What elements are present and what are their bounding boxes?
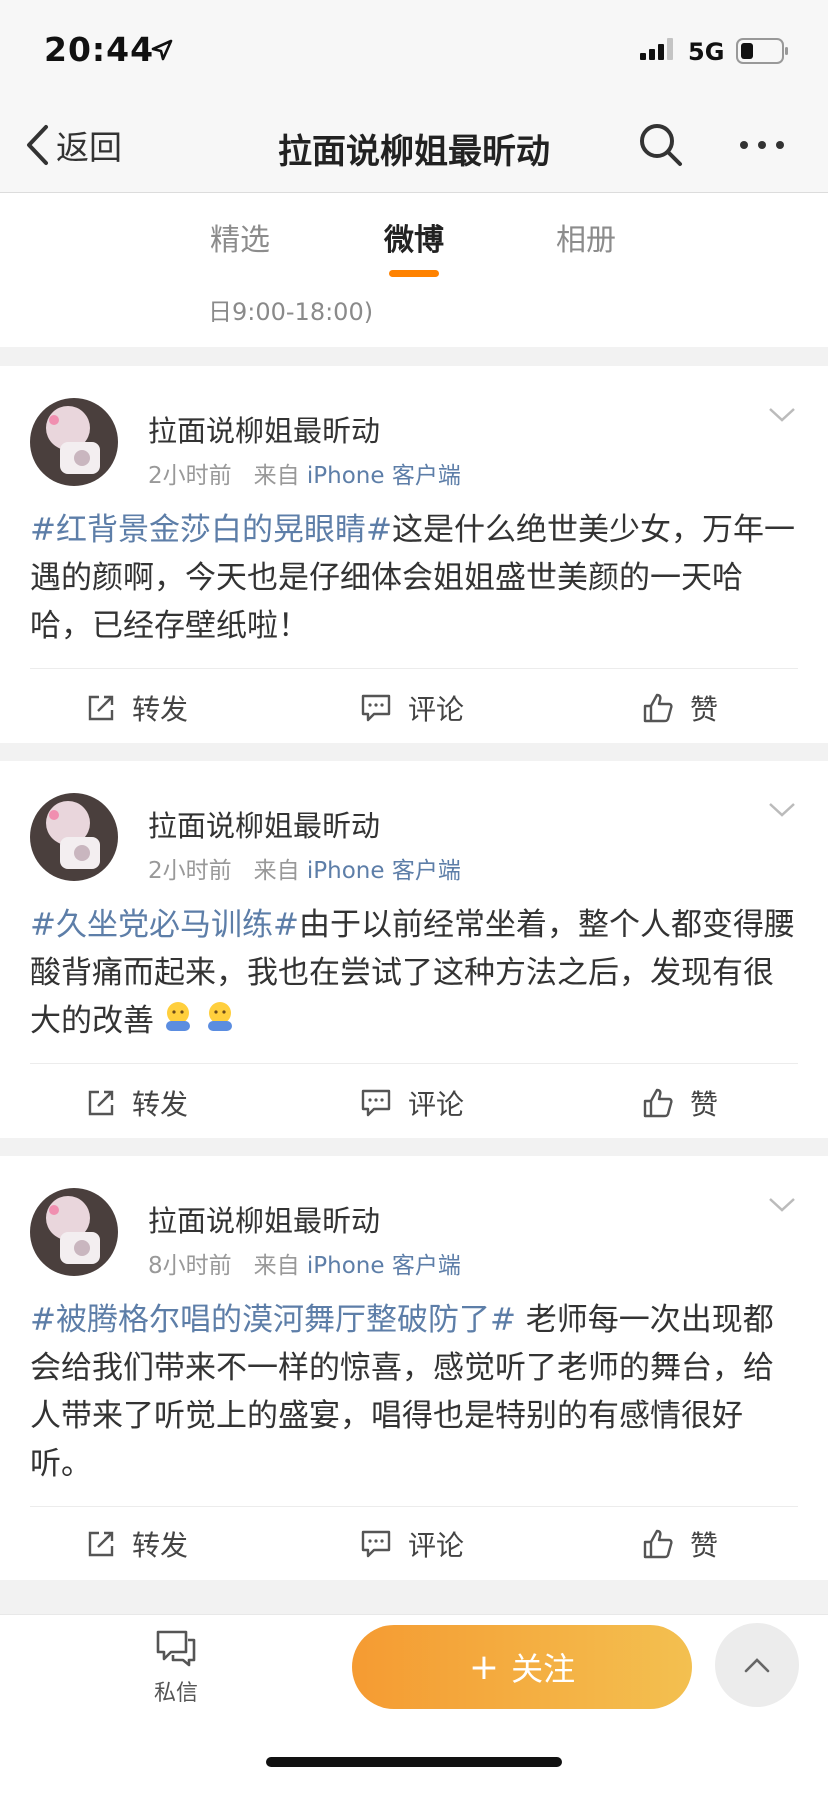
post-card[interactable]: 拉面说柳姐最昕动 2小时前 来自 iPhone 客户端 #红背景金莎白的晃眼睛#… <box>0 366 828 743</box>
message-icon <box>156 1630 196 1667</box>
avatar[interactable] <box>30 793 118 881</box>
tab-weibo[interactable]: 微博 <box>354 215 474 259</box>
like-icon <box>643 693 673 723</box>
post-meta: 2小时前 来自 iPhone 客户端 <box>148 851 461 885</box>
tab-album[interactable]: 相册 <box>526 215 646 259</box>
avatar[interactable] <box>30 398 118 486</box>
battery-icon <box>736 38 788 64</box>
plus-icon: + <box>468 1646 500 1688</box>
arrow-up-icon <box>744 1658 770 1673</box>
location-arrow-icon <box>151 39 173 61</box>
comment-label: 评论 <box>408 693 465 726</box>
chevron-down-icon[interactable] <box>768 1196 796 1214</box>
tab-featured[interactable]: 精选 <box>180 215 300 259</box>
repost-button[interactable]: 转发 <box>86 1524 188 1564</box>
comment-button[interactable]: 评论 <box>360 688 464 728</box>
from-label: 来自 <box>253 1253 300 1279</box>
tab-bar: 精选 微博 相册 <box>0 193 828 281</box>
home-indicator[interactable] <box>266 1757 562 1767</box>
nav-bar: 返回 拉面说柳姐最昕动 <box>0 100 828 193</box>
post-time: 2小时前 <box>148 463 232 489</box>
page-title: 拉面说柳姐最昕动 <box>278 132 550 172</box>
post-source[interactable]: iPhone 客户端 <box>307 858 461 884</box>
comment-icon <box>361 1089 391 1117</box>
post-time: 8小时前 <box>148 1253 232 1279</box>
post-text[interactable]: #久坐党必马训练#由于以前经常坐着，整个人都变得腰酸背痛而起来，我也在尝试了这种… <box>30 901 800 1049</box>
post-time: 2小时前 <box>148 858 232 884</box>
like-label: 赞 <box>690 1529 719 1562</box>
hug-emoji-icon <box>160 999 196 1049</box>
follow-label: 关注 <box>511 1650 576 1688</box>
post-meta: 2小时前 来自 iPhone 客户端 <box>148 456 461 490</box>
repost-label: 转发 <box>132 1529 189 1562</box>
like-button[interactable]: 赞 <box>642 1524 718 1564</box>
repost-icon <box>88 1531 114 1557</box>
hug-emoji-icon <box>202 999 238 1049</box>
signal-icon <box>640 38 673 60</box>
status-bar: 20:44 5G <box>0 0 828 100</box>
author-name[interactable]: 拉面说柳姐最昕动 <box>148 1198 380 1240</box>
follow-button[interactable]: + 关注 <box>352 1625 692 1709</box>
repost-button[interactable]: 转发 <box>86 688 188 728</box>
like-button[interactable]: 赞 <box>642 688 718 728</box>
dm-label: 私信 <box>153 1681 198 1706</box>
repost-icon <box>88 695 114 721</box>
repost-label: 转发 <box>132 1088 189 1121</box>
chevron-down-icon[interactable] <box>768 406 796 424</box>
post-meta: 8小时前 来自 iPhone 客户端 <box>148 1246 461 1280</box>
comment-icon <box>361 1530 391 1558</box>
repost-button[interactable]: 转发 <box>86 1083 188 1123</box>
comment-button[interactable]: 评论 <box>360 1524 464 1564</box>
hashtag-link[interactable]: #久坐党必马训练# <box>30 907 299 943</box>
search-icon[interactable] <box>638 122 684 168</box>
comment-label: 评论 <box>408 1529 465 1562</box>
scroll-top-button[interactable] <box>715 1623 799 1707</box>
post-source[interactable]: iPhone 客户端 <box>307 1253 461 1279</box>
author-name[interactable]: 拉面说柳姐最昕动 <box>148 408 380 450</box>
chevron-down-icon[interactable] <box>768 801 796 819</box>
network-label: 5G <box>688 38 725 66</box>
hashtag-link[interactable]: #被腾格尔唱的漠河舞厅整破防了# <box>30 1302 516 1338</box>
service-hours-text: 日9:00-18:00) <box>208 298 374 326</box>
author-name[interactable]: 拉面说柳姐最昕动 <box>148 803 380 845</box>
comment-label: 评论 <box>408 1088 465 1121</box>
hashtag-link[interactable]: #红背景金莎白的晃眼睛# <box>30 512 392 548</box>
like-button[interactable]: 赞 <box>642 1083 718 1123</box>
repost-icon <box>88 1090 114 1116</box>
like-label: 赞 <box>690 693 719 726</box>
post-text[interactable]: #红背景金莎白的晃眼睛#这是什么绝世美少女，万年一遇的颜啊，今天也是仔细体会姐姐… <box>30 506 800 650</box>
like-icon <box>643 1088 673 1118</box>
dm-button[interactable]: 私信 <box>135 1629 217 1707</box>
post-card[interactable]: 拉面说柳姐最昕动 2小时前 来自 iPhone 客户端 #久坐党必马训练#由于以… <box>0 761 828 1138</box>
tab-indicator <box>389 270 439 277</box>
like-icon <box>643 1529 673 1559</box>
more-icon[interactable] <box>738 122 786 168</box>
post-text[interactable]: #被腾格尔唱的漠河舞厅整破防了# 老师每一次出现都会给我们带来不一样的惊喜，感觉… <box>30 1296 800 1488</box>
divider <box>30 1063 798 1064</box>
comment-icon <box>361 694 391 722</box>
repost-label: 转发 <box>132 693 189 726</box>
profile-info-row: 日9:00-18:00) <box>0 281 828 347</box>
divider <box>30 1506 798 1507</box>
like-label: 赞 <box>690 1088 719 1121</box>
status-time: 20:44 <box>44 30 155 69</box>
from-label: 来自 <box>253 463 300 489</box>
from-label: 来自 <box>253 858 300 884</box>
avatar[interactable] <box>30 1188 118 1276</box>
divider <box>30 668 798 669</box>
comment-button[interactable]: 评论 <box>360 1083 464 1123</box>
post-card[interactable]: 拉面说柳姐最昕动 8小时前 来自 iPhone 客户端 #被腾格尔唱的漠河舞厅整… <box>0 1156 828 1580</box>
post-source[interactable]: iPhone 客户端 <box>307 463 461 489</box>
